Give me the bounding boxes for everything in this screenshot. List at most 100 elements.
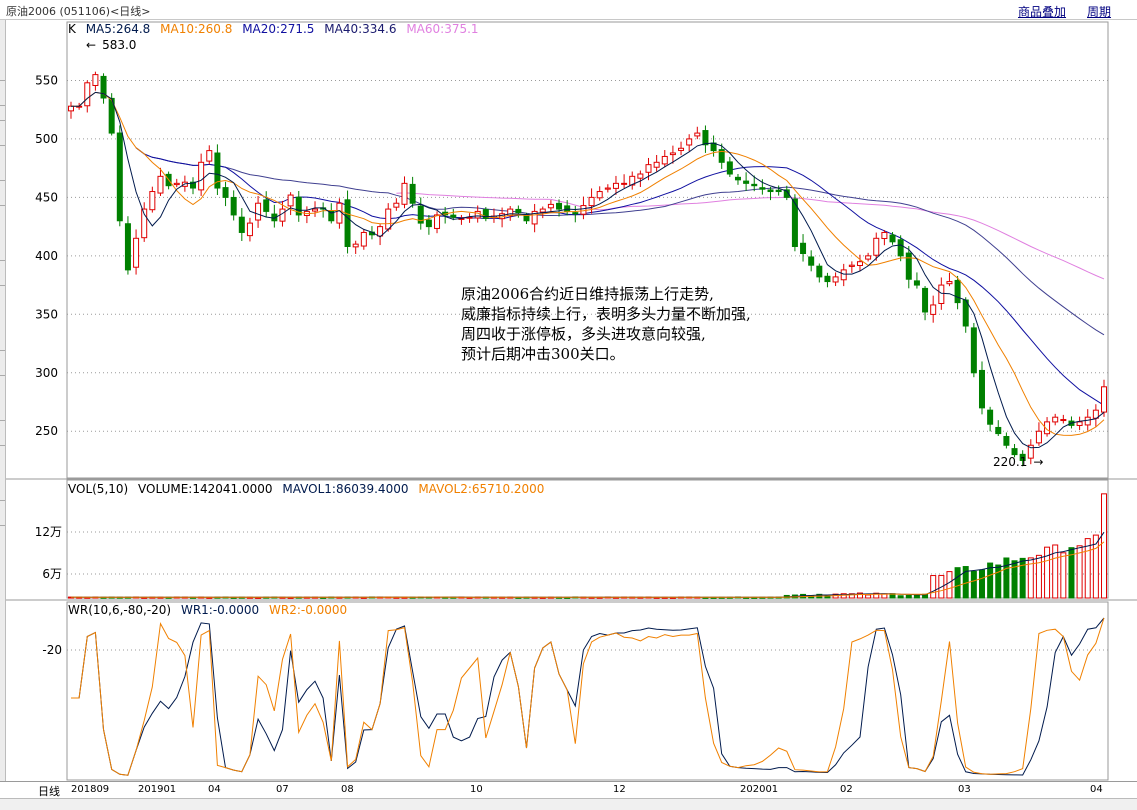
candle-body-26 <box>279 208 286 222</box>
kline-chart[interactable]: 550 500 450 400 350 300 250 12万 6万 -20 <box>0 20 1137 781</box>
period-button[interactable]: 周期 <box>1087 3 1111 20</box>
candle-body-65 <box>596 191 603 199</box>
ma60-polyline <box>396 192 1105 280</box>
candle-body-50 <box>474 210 481 219</box>
candle-body-66 <box>604 187 611 190</box>
candle-body-99 <box>873 237 880 256</box>
candle-body-21 <box>238 216 245 233</box>
ma60-legend: MA60:375.1 <box>406 22 479 36</box>
mavol2-legend: MAVOL2:65710.2000 <box>418 482 545 496</box>
candle-body-127 <box>1101 386 1107 413</box>
annotation-line-3: 周四收于涨停板，多头进攻意向较强, <box>461 325 706 343</box>
k-label: K <box>68 22 76 36</box>
x-label-201901: 201901 <box>138 784 177 795</box>
candle-body-122 <box>1060 419 1067 422</box>
candle-body-94 <box>832 276 839 283</box>
analysis-annotation: 原油2006合约近日维持振荡上行走势, 威廉指标持续上行，表明多头力量不断加强,… <box>461 284 751 364</box>
candle-body-7 <box>124 223 131 271</box>
price-tick-350: 350 <box>35 307 58 321</box>
price-tick-500: 500 <box>35 132 58 146</box>
volume-bar-117 <box>1019 557 1026 599</box>
volume-bar-119 <box>1035 554 1042 599</box>
candle-body-3 <box>92 74 99 86</box>
candle-body-84 <box>751 183 758 187</box>
panel-frame-1 <box>66 21 1109 479</box>
candle-body-85 <box>759 187 766 190</box>
x-label-04: 04 <box>208 784 221 795</box>
period-label: 日线 <box>38 785 60 798</box>
candle-body-41 <box>401 182 408 205</box>
volume-bar-106 <box>930 575 937 599</box>
candle-body-76 <box>686 138 693 146</box>
wr2-legend: WR2:-0.0000 <box>268 603 348 617</box>
candle-body-16 <box>198 161 205 191</box>
candle-body-0 <box>68 105 74 112</box>
price-tick-450: 450 <box>35 190 58 204</box>
candle-body-124 <box>1076 421 1083 426</box>
x-label-03: 03 <box>958 784 971 795</box>
vol-label: VOL(5,10) <box>68 482 129 496</box>
candle-body-96 <box>848 264 855 267</box>
title-bar: 原油2006 (051106)<日线> 商品叠加 周期 <box>0 0 1137 20</box>
ma5-polyline <box>71 91 1105 449</box>
candle-body-40 <box>393 202 400 208</box>
candle-body-113 <box>987 409 994 425</box>
candle-body-42 <box>409 183 416 204</box>
candle-body-73 <box>661 155 668 165</box>
candle-body-91 <box>808 256 815 266</box>
volume-bar-127 <box>1101 493 1107 599</box>
x-label-04b: 04 <box>1090 784 1103 795</box>
wr1-legend: WR1:-0.0000 <box>180 603 260 617</box>
candle-body-60 <box>556 202 563 210</box>
candle-body-100 <box>881 231 888 240</box>
candle-body-83 <box>743 180 750 184</box>
x-label-201809: 201809 <box>71 784 110 795</box>
wr-label: WR(10,6,-80,-20) <box>68 603 172 617</box>
candle-body-17 <box>206 150 213 162</box>
candle-body-56 <box>523 214 530 222</box>
candle-body-86 <box>767 189 774 193</box>
ma5-legend: MA5:264.8 <box>85 22 151 36</box>
volume-value: VOLUME:142041.0000 <box>138 482 273 496</box>
candle-body-93 <box>824 275 831 283</box>
candle-body-77 <box>694 132 701 137</box>
x-label-10: 10 <box>470 784 483 795</box>
overlay-commodity-button[interactable]: 商品叠加 <box>1018 3 1066 20</box>
volume-bar-114 <box>995 564 1002 599</box>
candle-body-110 <box>962 299 969 327</box>
candle-body-115 <box>1003 436 1010 446</box>
candle-body-92 <box>816 265 823 278</box>
candle-body-33 <box>336 202 343 224</box>
ma20-polyline <box>135 147 1105 406</box>
candle-body-58 <box>539 208 546 213</box>
low-mark-value: 220.1 <box>993 455 1028 469</box>
candle-body-11 <box>157 175 164 194</box>
candle-body-95 <box>840 269 847 281</box>
candle-body-8 <box>133 237 140 268</box>
status-bar <box>0 798 1137 810</box>
candle-body-24 <box>263 199 270 212</box>
candle-body-67 <box>612 182 619 189</box>
candle-body-112 <box>978 369 985 409</box>
volume-bar-122 <box>1060 552 1067 599</box>
annotation-line-4: 预计后期冲击300关口。 <box>461 345 625 363</box>
candle-body-68 <box>621 182 628 185</box>
candle-body-106 <box>930 304 937 315</box>
candle-body-44 <box>425 219 432 228</box>
candle-body-62 <box>572 212 579 215</box>
candle-body-19 <box>222 187 229 198</box>
volume-bar-102 <box>897 595 904 599</box>
candle-body-34 <box>344 199 351 247</box>
x-label-07: 07 <box>276 784 289 795</box>
high-mark-value: 583.0 <box>102 38 137 52</box>
candle-body-55 <box>515 208 522 214</box>
volume-bar-108 <box>946 571 953 599</box>
wr-legend: WR(10,6,-80,-20) WR1:-0.0000 WR2:-0.0000 <box>68 603 353 617</box>
candle-body-87 <box>775 189 782 193</box>
candle-body-107 <box>938 284 945 305</box>
low-mark: 220.1 → <box>993 455 1049 469</box>
volume-tick-0: 12万 <box>35 525 62 539</box>
candle-body-27 <box>287 194 294 207</box>
wr-tick-0: -20 <box>42 643 62 657</box>
candle-body-101 <box>889 234 896 243</box>
